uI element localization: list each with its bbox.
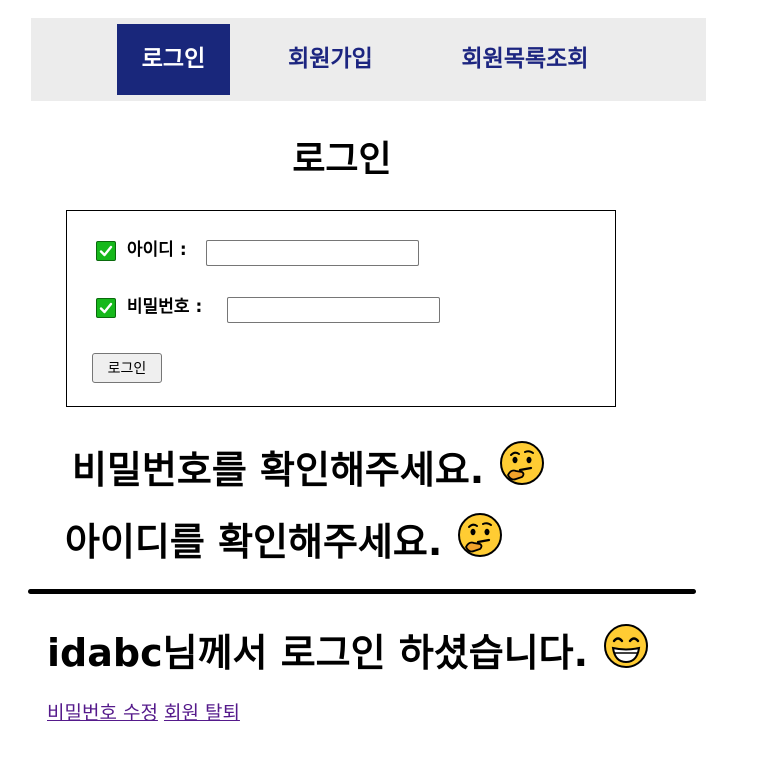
password-check-text: 비밀번호를 확인해주세요. — [72, 447, 485, 492]
password-label: 비밀번호 : — [127, 297, 203, 317]
password-check-message: 비밀번호를 확인해주세요. — [72, 439, 546, 500]
welcome-message: idabc님께서 로그인 하셨습니다. — [47, 622, 650, 683]
password-input[interactable] — [227, 297, 440, 323]
withdraw-link[interactable]: 회원 탈퇴 — [164, 702, 240, 724]
change-password-link[interactable]: 비밀번호 수정 — [47, 702, 158, 724]
id-input[interactable] — [206, 240, 419, 266]
login-form: 아이디 : 비밀번호 : 로그인 — [66, 210, 616, 407]
page-title: 로그인 — [292, 139, 392, 180]
nav-item-login[interactable]: 로그인 — [117, 24, 230, 95]
id-check-text: 아이디를 확인해주세요. — [65, 519, 443, 564]
id-check-message: 아이디를 확인해주세요. — [65, 511, 504, 572]
grinning-face-icon — [602, 622, 650, 683]
check-mark-icon — [96, 241, 116, 261]
login-button[interactable]: 로그인 — [92, 353, 162, 383]
top-nav: 로그인 회원가입 회원목록조회 — [31, 18, 706, 101]
id-label: 아이디 : — [127, 240, 187, 260]
account-links: 비밀번호 수정 회원 탈퇴 — [47, 700, 240, 726]
check-mark-icon — [96, 298, 116, 318]
welcome-text: idabc님께서 로그인 하셨습니다. — [47, 630, 589, 675]
nav-item-member-list[interactable]: 회원목록조회 — [431, 24, 619, 95]
thinking-face-icon — [456, 511, 504, 572]
section-divider — [28, 589, 696, 594]
nav-item-signup[interactable]: 회원가입 — [260, 24, 401, 95]
thinking-face-icon — [498, 439, 546, 500]
